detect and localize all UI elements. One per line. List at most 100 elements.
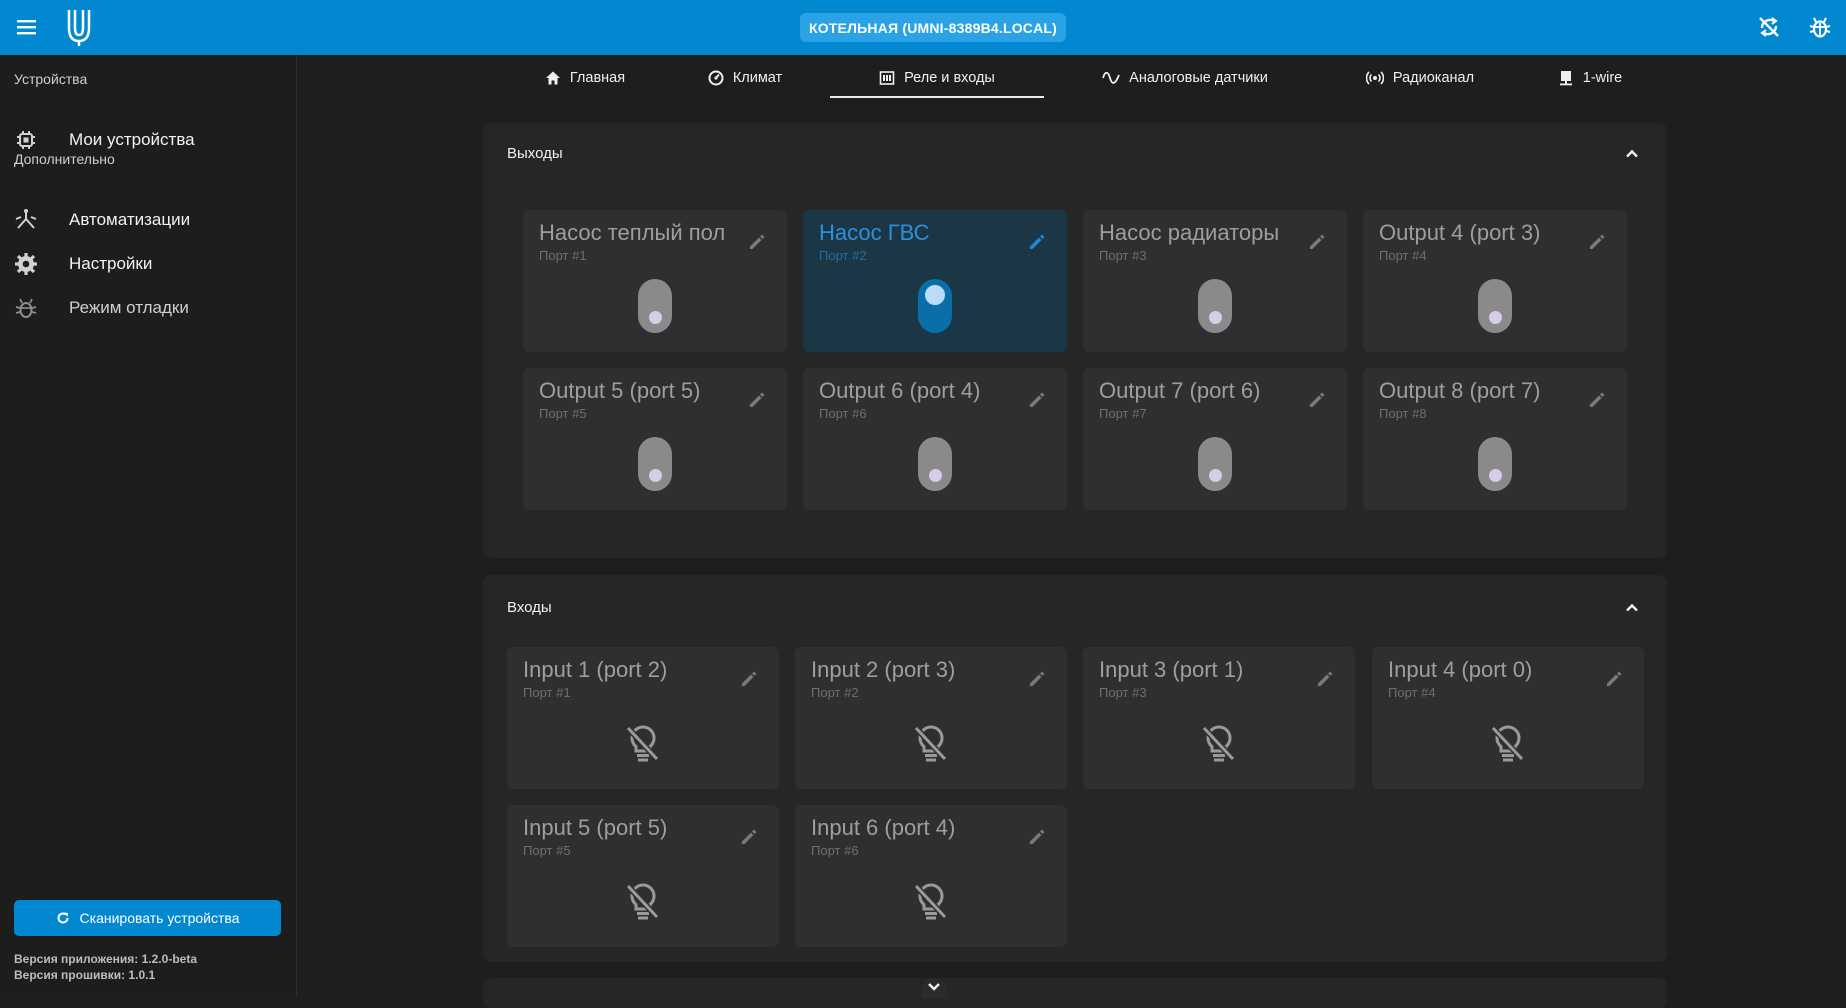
device-name-chip[interactable]: КОТЕЛЬНАЯ (UMNI-8389B4.LOCAL)	[800, 13, 1066, 42]
one-wire-icon	[1559, 71, 1572, 86]
tab-relays-inputs[interactable]: Реле и входы	[830, 56, 1044, 100]
output-toggle[interactable]	[1198, 279, 1232, 333]
output-name: Output 6 (port 4)	[819, 378, 981, 403]
toggle-knob	[1209, 469, 1222, 482]
input-port: Порт #2	[811, 685, 859, 700]
output-toggle[interactable]	[1478, 437, 1512, 491]
sidebar-item-label: Режим отладки	[69, 298, 189, 317]
toggle-knob	[923, 283, 947, 307]
output-card: Output 7 (port 6) Порт #7	[1083, 368, 1347, 510]
chip-icon	[17, 131, 35, 149]
input-port: Порт #1	[523, 685, 571, 700]
radio-icon	[1365, 71, 1384, 85]
input-name: Input 4 (port 0)	[1388, 657, 1533, 682]
sidebar-section-devices: Устройства	[14, 71, 88, 87]
sidebar-item-debug[interactable]: Режим отладки	[0, 288, 296, 328]
sidebar-section-extra: Дополнительно	[14, 151, 115, 167]
output-card: Output 5 (port 5) Порт #5	[523, 368, 787, 510]
tab-radio[interactable]: Радиоканал	[1330, 56, 1510, 100]
scan-devices-button[interactable]: Сканировать устройства	[14, 900, 281, 936]
edit-pencil-icon[interactable]	[1307, 390, 1327, 410]
input-card: Input 6 (port 4) Порт #6	[795, 805, 1067, 947]
output-card: Насос ГВС Порт #2	[803, 210, 1067, 352]
input-port: Порт #4	[1388, 685, 1436, 700]
edit-pencil-icon[interactable]	[739, 669, 759, 689]
output-name: Насос теплый пол	[539, 220, 726, 245]
toggle-knob	[649, 311, 662, 324]
edit-pencil-icon[interactable]	[1027, 232, 1047, 252]
edit-pencil-icon[interactable]	[1587, 232, 1607, 252]
sidebar-item-label: Автоматизации	[69, 210, 191, 229]
lightbulb-off-icon	[913, 883, 948, 920]
output-card: Output 8 (port 7) Порт #8	[1363, 368, 1627, 510]
output-name: Output 4 (port 3)	[1379, 220, 1541, 245]
edit-pencil-icon[interactable]	[1307, 232, 1327, 252]
firmware-version: Версия прошивки: 1.0.1	[14, 968, 156, 982]
sidebar-item-label: Настройки	[69, 254, 153, 273]
outputs-title: Выходы	[507, 145, 563, 162]
output-toggle[interactable]	[918, 437, 952, 491]
tab-climate[interactable]: Климат	[670, 56, 820, 100]
output-name: Насос радиаторы	[1099, 220, 1280, 245]
edit-pencil-icon[interactable]	[1027, 390, 1047, 410]
tab-home[interactable]: Главная	[510, 56, 660, 100]
lightbulb-off-icon	[1490, 725, 1525, 762]
edit-pencil-icon[interactable]	[1315, 669, 1335, 689]
automation-icon	[15, 209, 37, 229]
top-app-bar: КОТЕЛЬНАЯ (UMNI-8389B4.LOCAL)	[0, 0, 1846, 55]
output-toggle[interactable]	[918, 279, 952, 333]
bug-icon[interactable]	[1807, 14, 1833, 40]
sidebar-item-settings[interactable]: Настройки	[0, 244, 296, 284]
edit-pencil-icon[interactable]	[1027, 827, 1047, 847]
output-port: Порт #3	[1099, 248, 1147, 263]
input-name: Input 3 (port 1)	[1099, 657, 1244, 682]
input-card: Input 3 (port 1) Порт #3	[1083, 647, 1355, 789]
edit-pencil-icon[interactable]	[747, 390, 767, 410]
relay-icon	[879, 71, 895, 85]
sync-off-icon[interactable]	[1756, 14, 1782, 40]
output-port: Порт #5	[539, 406, 587, 421]
inputs-panel: Входы Input 1 (port 2) Порт #1 Input 2 (po…	[483, 575, 1667, 962]
output-toggle[interactable]	[638, 437, 672, 491]
chevron-up-icon[interactable]	[1623, 599, 1641, 617]
chevron-down-icon[interactable]	[921, 978, 947, 998]
menu-icon[interactable]	[15, 16, 41, 38]
output-name: Output 7 (port 6)	[1099, 378, 1261, 403]
input-name: Input 6 (port 4)	[811, 815, 956, 840]
tab-label: Реле и входы	[904, 70, 995, 86]
chevron-up-icon[interactable]	[1623, 145, 1641, 163]
output-toggle[interactable]	[1478, 279, 1512, 333]
scan-devices-label: Сканировать устройства	[79, 910, 240, 926]
toggle-knob	[1489, 311, 1502, 324]
input-card: Input 4 (port 0) Порт #4	[1372, 647, 1644, 789]
sine-wave-icon	[1102, 71, 1121, 84]
input-card: Input 1 (port 2) Порт #1	[507, 647, 779, 789]
output-port: Порт #2	[819, 248, 867, 263]
output-port: Порт #6	[819, 406, 867, 421]
edit-pencil-icon[interactable]	[739, 827, 759, 847]
output-card: Насос радиаторы Порт #3	[1083, 210, 1347, 352]
output-toggle[interactable]	[638, 279, 672, 333]
edit-pencil-icon[interactable]	[747, 232, 767, 252]
tab-analog-sensors[interactable]: Аналоговые датчики	[1075, 56, 1295, 100]
tab-label: Главная	[569, 70, 626, 86]
output-port: Порт #4	[1379, 248, 1427, 263]
input-name: Input 5 (port 5)	[523, 815, 668, 840]
tab-1-wire[interactable]: 1-wire	[1530, 56, 1650, 100]
input-port: Порт #6	[811, 843, 859, 858]
edit-pencil-icon[interactable]	[1027, 669, 1047, 689]
sidebar: Устройства Мои устройства Дополнительно …	[0, 55, 297, 997]
sidebar-item-automations[interactable]: Автоматизации	[0, 200, 296, 240]
inputs-title: Входы	[507, 599, 552, 616]
edit-pencil-icon[interactable]	[1604, 669, 1624, 689]
gear-icon	[15, 253, 37, 275]
edit-pencil-icon[interactable]	[1587, 390, 1607, 410]
tab-label: Климат	[732, 70, 783, 86]
app-logo[interactable]	[64, 8, 94, 46]
lightbulb-off-icon	[913, 725, 948, 762]
input-port: Порт #5	[523, 843, 571, 858]
output-toggle[interactable]	[1198, 437, 1232, 491]
refresh-icon	[57, 912, 69, 924]
tab-label: Радиоканал	[1392, 70, 1475, 86]
output-port: Порт #7	[1099, 406, 1147, 421]
